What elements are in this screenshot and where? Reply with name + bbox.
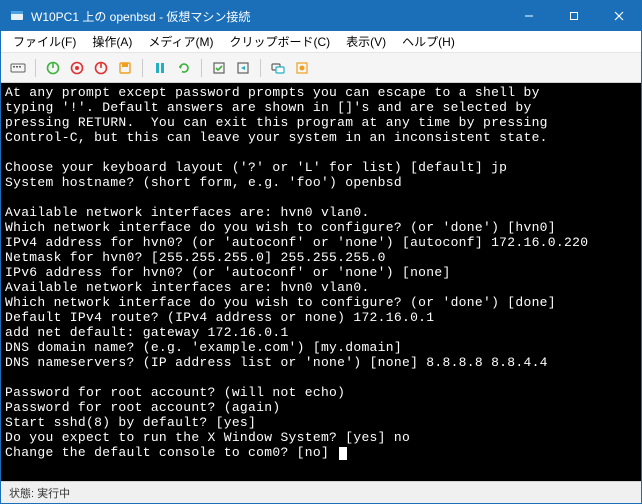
window-controls (506, 1, 641, 31)
toolbar (1, 53, 641, 83)
menu-clipboard[interactable]: クリップボード(C) (221, 31, 338, 52)
share-button[interactable] (291, 57, 313, 79)
cursor (339, 447, 347, 460)
pause-button[interactable] (149, 57, 171, 79)
menu-action[interactable]: 操作(A) (84, 31, 140, 52)
toolbar-separator (260, 59, 261, 77)
maximize-button[interactable] (551, 1, 596, 31)
close-button[interactable] (596, 1, 641, 31)
turnoff-button[interactable] (66, 57, 88, 79)
toolbar-separator (142, 59, 143, 77)
terminal-output[interactable]: At any prompt except password prompts yo… (1, 83, 641, 481)
menu-help[interactable]: ヘルプ(H) (394, 31, 463, 52)
window-title: W10PC1 上の openbsd - 仮想マシン接続 (31, 8, 506, 25)
checkpoint-button[interactable] (208, 57, 230, 79)
revert-button[interactable] (232, 57, 254, 79)
reset-button[interactable] (173, 57, 195, 79)
enhanced-session-button[interactable] (267, 57, 289, 79)
shutdown-button[interactable] (90, 57, 112, 79)
titlebar: W10PC1 上の openbsd - 仮想マシン接続 (1, 1, 641, 31)
menu-media[interactable]: メディア(M) (140, 31, 221, 52)
toolbar-separator (201, 59, 202, 77)
menubar: ファイル(F) 操作(A) メディア(M) クリップボード(C) 表示(V) ヘ… (1, 31, 641, 53)
menu-file[interactable]: ファイル(F) (5, 31, 84, 52)
app-icon (9, 8, 25, 24)
toolbar-separator (35, 59, 36, 77)
status-label: 状態: (9, 485, 34, 501)
save-button[interactable] (114, 57, 136, 79)
minimize-button[interactable] (506, 1, 551, 31)
statusbar: 状態: 実行中 (1, 481, 641, 503)
menu-view[interactable]: 表示(V) (338, 31, 394, 52)
status-value: 実行中 (37, 485, 70, 501)
ctrl-alt-del-button[interactable] (7, 57, 29, 79)
start-button[interactable] (42, 57, 64, 79)
